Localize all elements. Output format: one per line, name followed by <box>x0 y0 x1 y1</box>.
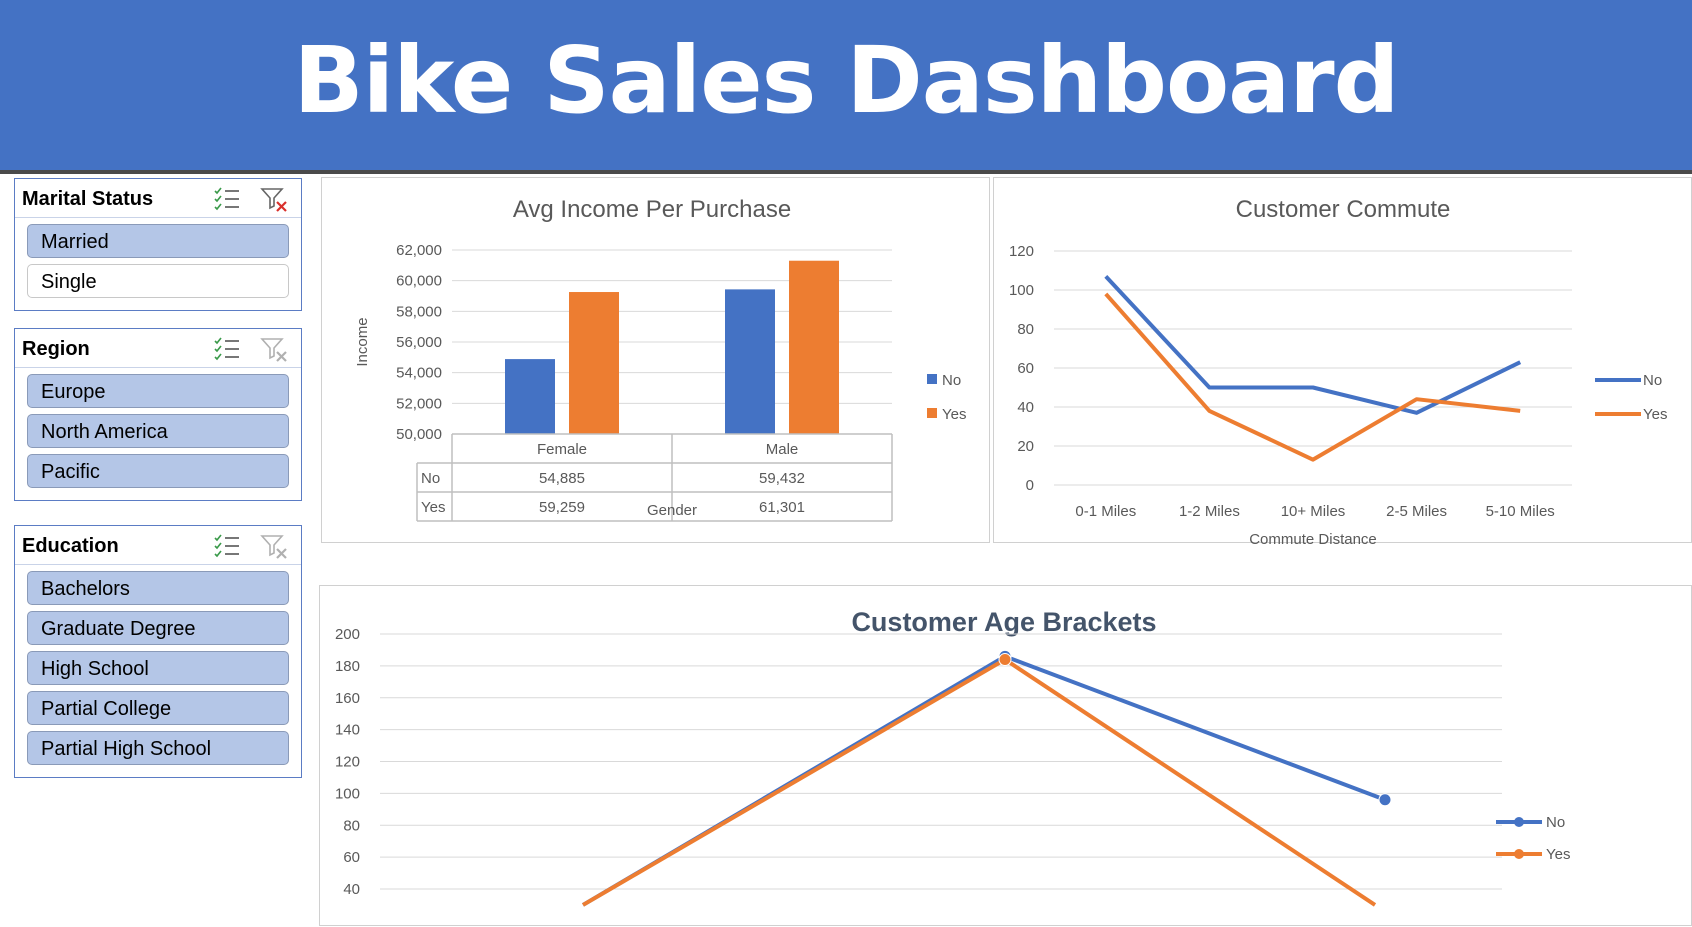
data-point-yes <box>998 653 1012 666</box>
y-tick-label: 0 <box>1026 477 1034 494</box>
y-tick-label: 60 <box>1017 360 1034 377</box>
y-tick-label: 80 <box>343 817 360 834</box>
x-tick-label: 0-1 Miles <box>1075 503 1136 520</box>
y-tick-label: 54,000 <box>396 365 442 382</box>
slicer-title: Region <box>22 338 90 360</box>
slicer-region: Region Europe North America Pacific <box>14 328 302 501</box>
slicer-item-pacific[interactable]: Pacific <box>27 454 289 488</box>
y-tick-label: 20 <box>1017 438 1034 455</box>
legend-label: Yes <box>1643 406 1667 423</box>
series-line-no <box>1104 274 1522 415</box>
y-tick-label: 56,000 <box>396 334 442 351</box>
data-point-no <box>1378 793 1392 807</box>
slicer-header: Marital Status <box>15 179 301 218</box>
bar-yes-male <box>789 260 839 434</box>
dashboard-header: Bike Sales Dashboard <box>0 0 1692 170</box>
x-tick-label: 2-5 Miles <box>1386 503 1447 520</box>
legend-marker <box>1514 817 1524 827</box>
y-tick-label: 180 <box>335 658 360 675</box>
y-tick-label: 200 <box>335 626 360 643</box>
x-tick-label: 1-2 Miles <box>1179 503 1240 520</box>
data-label: 54,885 <box>539 470 585 487</box>
slicer-header: Education <box>15 526 301 565</box>
x-tick-label: 5-10 Miles <box>1486 503 1555 520</box>
y-tick-label: 40 <box>343 881 360 898</box>
legend-swatch <box>927 408 937 418</box>
chart-panel-customer-commute[interactable]: Customer Commute 0 20 40 60 80 100 120 0-1 Miles… <box>993 177 1692 544</box>
multi-select-icon[interactable] <box>213 185 243 211</box>
y-tick-label: 50,000 <box>396 426 442 443</box>
slicer-item-single[interactable]: Single <box>27 264 289 298</box>
multi-select-icon[interactable] <box>213 335 243 361</box>
y-tick-label: 52,000 <box>396 395 442 412</box>
clear-filter-icon[interactable] <box>259 532 289 560</box>
y-tick-label: 62,000 <box>396 242 442 259</box>
y-tick-label: 120 <box>335 754 360 771</box>
data-label: 59,259 <box>539 499 585 516</box>
series-line-yes <box>581 657 1377 907</box>
y-tick-label: 100 <box>335 785 360 802</box>
y-tick-label: 160 <box>335 690 360 707</box>
slicer-title: Education <box>22 535 119 557</box>
x-tick-label: Male <box>766 441 799 458</box>
slicer-item-north-america[interactable]: North America <box>27 414 289 448</box>
legend-label: No <box>1643 372 1662 389</box>
slicer-items: Married Single <box>15 218 301 310</box>
legend-label: Yes <box>942 406 966 423</box>
chart-title: Customer Commute <box>1236 196 1451 223</box>
x-tick-label: Female <box>537 441 587 458</box>
x-axis-title: Gender <box>647 502 697 519</box>
table-row-label: No <box>421 470 440 487</box>
chart-title: Avg Income Per Purchase <box>513 196 791 223</box>
y-tick-label: 60 <box>343 849 360 866</box>
bar-no-female <box>505 359 555 434</box>
y-axis-title: Income <box>354 317 371 366</box>
data-label: 59,432 <box>759 470 805 487</box>
data-label: 61,301 <box>759 499 805 516</box>
slicer-header: Region <box>15 329 301 368</box>
table-row-label: Yes <box>421 499 445 516</box>
y-tick-label: 120 <box>1009 243 1034 260</box>
dashboard-title: Bike Sales Dashboard <box>293 27 1400 134</box>
legend-swatch <box>927 374 937 384</box>
legend-label: Yes <box>1546 846 1570 863</box>
series-line-yes <box>1104 292 1521 462</box>
x-axis-title: Commute Distance <box>1249 531 1377 544</box>
slicer-item-high-school[interactable]: High School <box>27 651 289 685</box>
y-tick-label: 140 <box>335 722 360 739</box>
chart-panel-avg-income[interactable]: Avg Income Per Purchase 50,000 52,000 54,00… <box>321 177 990 543</box>
slicer-item-married[interactable]: Married <box>27 224 289 258</box>
bar-no-male <box>725 289 775 434</box>
legend-label: No <box>1546 814 1565 831</box>
header-divider <box>0 170 1692 174</box>
legend-label: No <box>942 372 961 389</box>
customer-commute-line-chart: Customer Commute 0 20 40 60 80 100 120 0-1 Miles… <box>1009 196 1668 544</box>
legend-marker <box>1514 849 1524 859</box>
slicer-marital-status: Marital Status Married Single <box>14 178 302 311</box>
avg-income-bar-chart: Avg Income Per Purchase 50,000 52,000 54,00… <box>354 196 966 522</box>
multi-select-icon[interactable] <box>213 532 243 558</box>
series-line-no <box>581 654 1386 907</box>
slicer-item-graduate-degree[interactable]: Graduate Degree <box>27 611 289 645</box>
customer-age-line-chart: Customer Age Brackets 40 60 80 100 120 140 160 1… <box>335 607 1570 907</box>
slicer-education: Education Bachelors Graduate Degree High… <box>14 525 302 778</box>
chart-panel-customer-age[interactable]: Customer Age Brackets 40 60 80 100 120 140 160 1… <box>319 585 1692 926</box>
y-tick-label: 80 <box>1017 321 1034 338</box>
slicer-item-partial-college[interactable]: Partial College <box>27 691 289 725</box>
y-tick-label: 58,000 <box>396 303 442 320</box>
bar-yes-female <box>569 292 619 434</box>
y-tick-label: 40 <box>1017 399 1034 416</box>
slicer-item-partial-high-school[interactable]: Partial High School <box>27 731 289 765</box>
slicer-item-europe[interactable]: Europe <box>27 374 289 408</box>
slicer-items: Europe North America Pacific <box>15 368 301 500</box>
slicer-item-bachelors[interactable]: Bachelors <box>27 571 289 605</box>
y-tick-label: 60,000 <box>396 273 442 290</box>
y-tick-label: 100 <box>1009 282 1034 299</box>
clear-filter-icon[interactable] <box>259 185 289 213</box>
chart-title: Customer Age Brackets <box>851 607 1156 637</box>
clear-filter-icon[interactable] <box>259 335 289 363</box>
slicer-items: Bachelors Graduate Degree High School Pa… <box>15 565 301 777</box>
x-tick-label: 10+ Miles <box>1281 503 1346 520</box>
slicer-title: Marital Status <box>22 188 154 210</box>
